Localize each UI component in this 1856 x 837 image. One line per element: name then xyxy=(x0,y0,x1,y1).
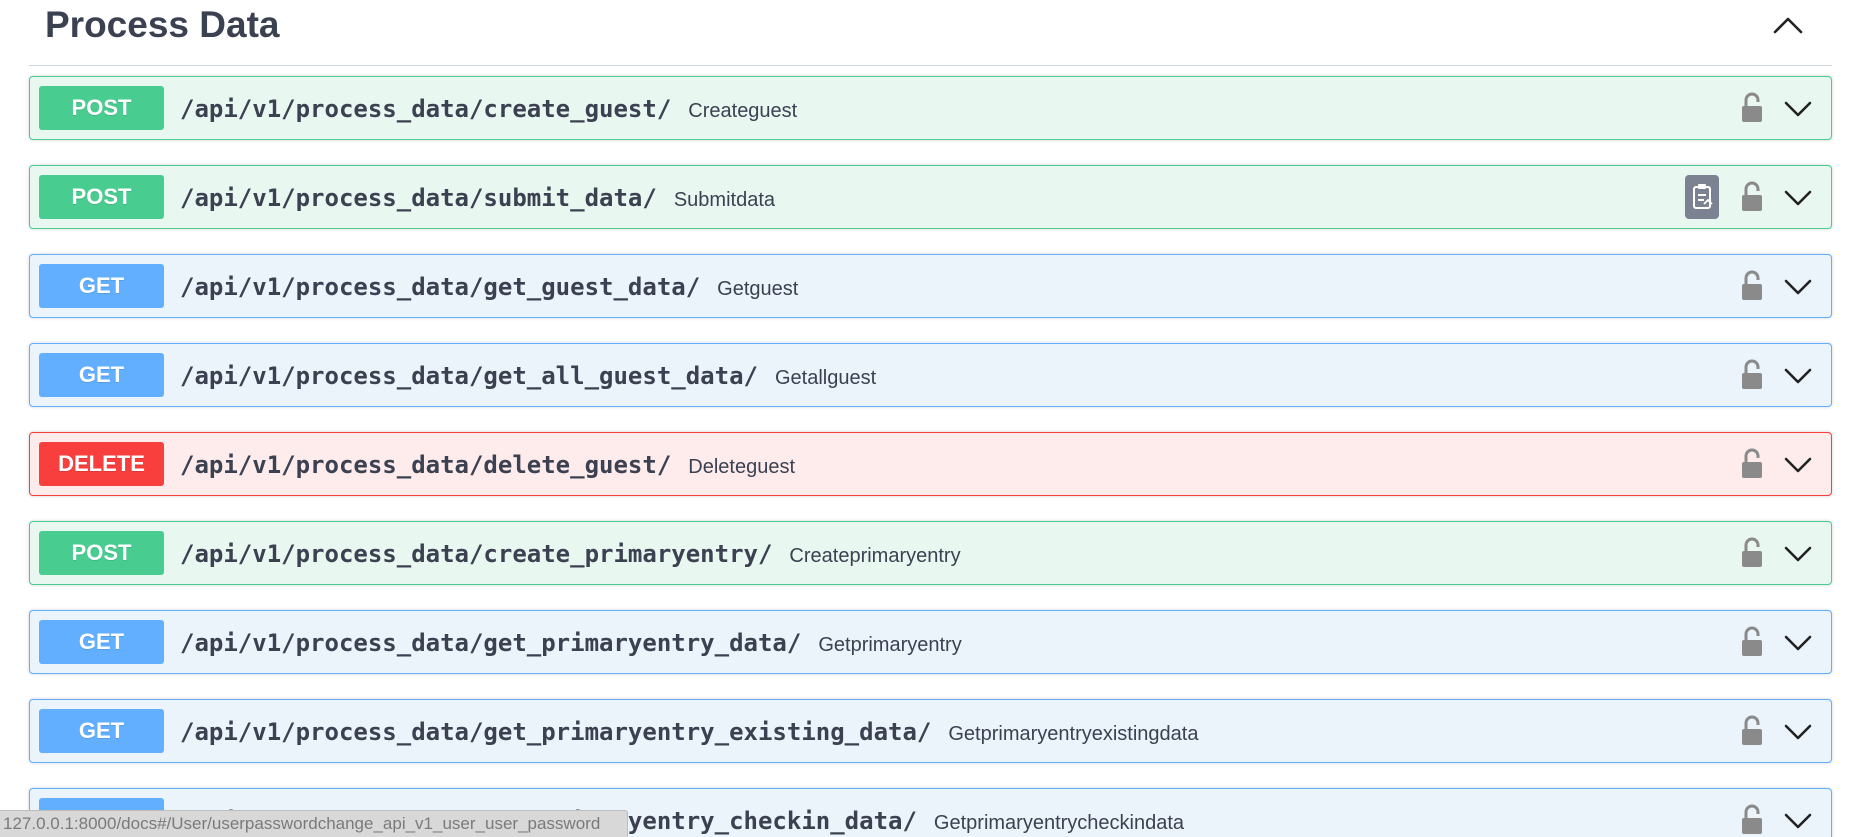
endpoint-summary: Getprimaryentryexistingdata xyxy=(948,723,1199,745)
unlock-icon[interactable] xyxy=(1737,269,1767,303)
endpoint-summary: Deleteguest xyxy=(688,456,796,478)
opblock-post-2[interactable]: POST/api/v1/process_data/submit_data/Sub… xyxy=(29,165,1832,229)
opblock-get-8[interactable]: GET/api/v1/process_data/get_primaryentry… xyxy=(29,699,1832,763)
chevron-down-icon[interactable] xyxy=(1781,537,1815,571)
endpoint-summary: Createprimaryentry xyxy=(789,545,961,567)
opblock-get-4[interactable]: GET/api/v1/process_data/get_all_guest_da… xyxy=(29,343,1832,407)
chevron-down-icon[interactable] xyxy=(1781,448,1815,482)
endpoint-summary: Getprimaryentrycheckindata xyxy=(933,812,1185,834)
unlock-icon[interactable] xyxy=(1737,714,1767,748)
endpoint-path: /api/v1/process_data/submit_data/ xyxy=(180,184,657,212)
copy-to-clipboard-icon[interactable] xyxy=(1685,175,1719,219)
endpoint-summary: Submitdata xyxy=(673,189,775,211)
endpoint-summary: Createguest xyxy=(688,100,798,122)
endpoint-path: /api/v1/process_data/get_primaryentry_da… xyxy=(180,629,802,657)
opblock-get-7[interactable]: GET/api/v1/process_data/get_primaryentry… xyxy=(29,610,1832,674)
endpoint-summary: Getallguest xyxy=(774,367,877,389)
unlock-icon[interactable] xyxy=(1737,625,1767,659)
method-badge: POST xyxy=(39,86,164,130)
chevron-down-icon[interactable] xyxy=(1781,359,1815,393)
method-badge: GET xyxy=(39,620,164,664)
chevron-up-icon[interactable] xyxy=(1768,8,1808,42)
section-header-process-data[interactable]: Process Data xyxy=(29,0,1832,66)
opblock-delete-5[interactable]: DELETE/api/v1/process_data/delete_guest/… xyxy=(29,432,1832,496)
endpoint-summary: Getguest xyxy=(717,278,799,300)
opblock-summary: /api/v1/process_data/get_primaryentry_da… xyxy=(180,628,962,660)
opblock-summary: /api/v1/process_data/get_guest_data/Getg… xyxy=(180,272,798,304)
opblock-get-3[interactable]: GET/api/v1/process_data/get_guest_data/G… xyxy=(29,254,1832,318)
method-badge: POST xyxy=(39,175,164,219)
endpoint-path: /api/v1/process_data/get_primaryentry_ex… xyxy=(180,718,932,746)
endpoint-path: /api/v1/process_data/create_primaryentry… xyxy=(180,540,773,568)
swagger-page: Process Data POST/api/v1/process_data/cr… xyxy=(0,0,1856,837)
chevron-down-icon[interactable] xyxy=(1781,270,1815,304)
opblock-summary: /api/v1/process_data/get_primaryentry_ex… xyxy=(180,717,1198,749)
chevron-down-icon[interactable] xyxy=(1781,92,1815,126)
endpoint-path: /api/v1/process_data/delete_guest/ xyxy=(180,451,672,479)
chevron-down-icon[interactable] xyxy=(1781,181,1815,215)
opblock-summary: /api/v1/process_data/get_all_guest_data/… xyxy=(180,361,876,393)
opblock-summary: /api/v1/process_data/create_guest/Create… xyxy=(180,94,797,126)
method-badge: GET xyxy=(39,709,164,753)
opblock-summary: /api/v1/process_data/submit_data/Submitd… xyxy=(180,183,775,215)
chevron-down-icon[interactable] xyxy=(1781,804,1815,837)
chevron-down-icon[interactable] xyxy=(1781,715,1815,749)
endpoint-path: /api/v1/process_data/create_guest/ xyxy=(180,95,672,123)
opblock-post-1[interactable]: POST/api/v1/process_data/create_guest/Cr… xyxy=(29,76,1832,140)
endpoint-summary: Getprimaryentry xyxy=(818,634,962,656)
method-badge: GET xyxy=(39,264,164,308)
section-title: Process Data xyxy=(45,4,280,45)
unlock-icon[interactable] xyxy=(1737,447,1767,481)
unlock-icon[interactable] xyxy=(1737,358,1767,392)
opblock-post-6[interactable]: POST/api/v1/process_data/create_primarye… xyxy=(29,521,1832,585)
opblock-summary: /api/v1/process_data/delete_guest/Delete… xyxy=(180,450,795,482)
unlock-icon[interactable] xyxy=(1737,536,1767,570)
unlock-icon[interactable] xyxy=(1737,803,1767,837)
endpoint-path: /api/v1/process_data/get_guest_data/ xyxy=(180,273,701,301)
chevron-down-icon[interactable] xyxy=(1781,626,1815,660)
method-badge: DELETE xyxy=(39,442,164,486)
method-badge: GET xyxy=(39,353,164,397)
browser-status-url: 127.0.0.1:8000/docs#/User/userpasswordch… xyxy=(0,810,628,837)
opblock-summary: /api/v1/process_data/create_primaryentry… xyxy=(180,539,961,571)
unlock-icon[interactable] xyxy=(1737,180,1767,214)
endpoint-path: /api/v1/process_data/get_all_guest_data/ xyxy=(180,362,758,390)
unlock-icon[interactable] xyxy=(1737,91,1767,125)
method-badge: POST xyxy=(39,531,164,575)
